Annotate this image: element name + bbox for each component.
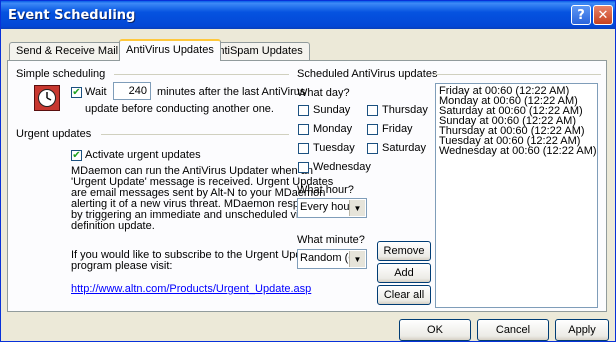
tab-send-receive-mail[interactable]: Send & Receive Mail <box>9 42 126 60</box>
clock-icon <box>34 85 60 111</box>
thursday-label: Thursday <box>382 104 428 116</box>
what-minute-label: What minute? <box>297 234 365 246</box>
hour-select[interactable]: Every hour ▼ <box>297 198 367 218</box>
what-hour-label: What hour? <box>297 184 354 196</box>
subscribe-line: program please visit: <box>71 260 173 272</box>
urgent-updates-divider <box>101 134 289 135</box>
list-item[interactable]: Wednesday at 00:60 (12:22 AM) <box>439 146 597 157</box>
sunday-label: Sunday <box>313 104 351 116</box>
remove-button[interactable]: Remove <box>377 241 431 261</box>
hour-select-value: Every hour <box>300 201 354 213</box>
scheduled-divider <box>433 74 601 75</box>
urgent-update-link[interactable]: http://www.altn.com/Products/Urgent_Upda… <box>71 283 311 295</box>
wednesday-label: Wednesday <box>313 161 371 173</box>
chevron-down-icon[interactable]: ▼ <box>349 200 365 216</box>
schedule-list[interactable]: Friday at 00:60 (12:22 AM) Monday at 00:… <box>435 83 598 308</box>
simple-scheduling-heading: Simple scheduling <box>16 68 106 80</box>
ok-button[interactable]: OK <box>399 319 471 341</box>
tuesday-label: Tuesday <box>313 142 355 154</box>
wait-after-text: minutes after the last AntiVirus <box>157 86 306 98</box>
simple-scheduling-divider <box>114 74 289 75</box>
monday-checkbox[interactable] <box>298 124 309 135</box>
help-button[interactable]: ? <box>571 5 591 25</box>
wednesday-checkbox[interactable] <box>298 162 309 173</box>
friday-checkbox[interactable] <box>367 124 378 135</box>
wait-after-text-2: update before conducting another one. <box>85 103 274 115</box>
minute-select[interactable]: Random (60 ▼ <box>297 249 367 269</box>
chevron-down-icon[interactable]: ▼ <box>349 251 365 267</box>
urgent-updates-heading: Urgent updates <box>16 128 92 140</box>
monday-label: Monday <box>313 123 353 135</box>
saturday-checkbox[interactable] <box>367 143 378 154</box>
friday-label: Friday <box>382 123 413 135</box>
activate-urgent-label: Activate urgent updates <box>85 149 201 161</box>
close-button[interactable]: ✕ <box>593 5 613 25</box>
add-button[interactable]: Add <box>377 263 431 283</box>
scheduled-heading: Scheduled AntiVirus updates <box>297 68 438 80</box>
event-scheduling-window: Event Scheduling ? ✕ Send & Receive Mail… <box>0 0 616 342</box>
thursday-checkbox[interactable] <box>367 105 378 116</box>
subscribe-text: If you would like to subscribe to the Ur… <box>71 250 317 272</box>
sunday-checkbox[interactable] <box>298 105 309 116</box>
activate-urgent-checkbox[interactable]: ✔ <box>71 150 82 161</box>
urgent-description: MDaemon can run the AntiVirus Updater wh… <box>71 166 333 232</box>
urgent-desc-line: definition update. <box>71 220 155 232</box>
wait-minutes-input[interactable]: 240 <box>113 82 151 100</box>
clear-all-button[interactable]: Clear all <box>377 285 431 305</box>
tuesday-checkbox[interactable] <box>298 143 309 154</box>
what-day-label: What day? <box>297 87 350 99</box>
apply-button[interactable]: Apply <box>555 319 609 341</box>
window-title: Event Scheduling <box>8 8 136 23</box>
wait-label: Wait <box>85 86 107 98</box>
title-bar[interactable]: Event Scheduling ? ✕ <box>1 1 615 29</box>
saturday-label: Saturday <box>382 142 427 154</box>
wait-checkbox[interactable]: ✔ <box>71 87 82 98</box>
cancel-button[interactable]: Cancel <box>477 319 549 341</box>
tab-antivirus-updates[interactable]: AntiVirus Updates <box>119 39 221 61</box>
